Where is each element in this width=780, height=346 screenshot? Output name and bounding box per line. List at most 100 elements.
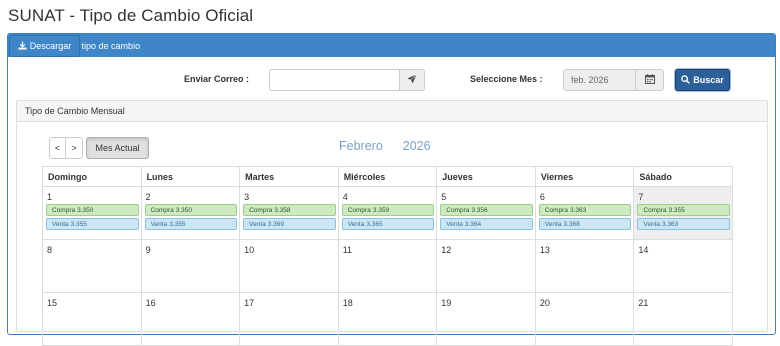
sell-rate-label: Venta bbox=[249, 220, 266, 228]
current-month-button[interactable]: Mes Actual bbox=[86, 137, 149, 159]
buy-rate-value: 3.358 bbox=[274, 206, 291, 214]
calendar-year: 2026 bbox=[402, 139, 431, 153]
send-icon bbox=[407, 71, 417, 89]
day-number: 4 bbox=[342, 192, 348, 202]
buy-rate-event[interactable]: Compra 3.355 bbox=[637, 204, 730, 216]
sell-rate-event[interactable]: Venta 3.365 bbox=[341, 218, 435, 230]
day-number: 6 bbox=[539, 192, 545, 202]
calendar-icon bbox=[644, 71, 655, 89]
next-month-button[interactable]: > bbox=[66, 137, 83, 159]
calendar-day-cell[interactable]: 5 Compra 3.356 Venta 3.364 bbox=[437, 187, 536, 240]
calendar-day-cell[interactable]: 20 bbox=[535, 293, 635, 346]
calendar-day-cell[interactable]: 12 bbox=[437, 240, 536, 293]
weekday-header: Domingo bbox=[43, 166, 142, 187]
calendar-day-cell[interactable]: 9 bbox=[141, 240, 241, 293]
sell-rate-event[interactable]: Venta 3.363 bbox=[637, 218, 730, 230]
calendar-day-cell[interactable]: 1 Compra 3.350 Venta 3.355 bbox=[43, 187, 142, 240]
sell-rate-value: 3.368 bbox=[563, 220, 580, 228]
sell-rate-value: 3.369 bbox=[267, 220, 285, 228]
sell-rate-label: Venta bbox=[446, 220, 463, 228]
send-email-button[interactable] bbox=[399, 69, 425, 91]
calendar-day-cell[interactable]: 4 Compra 3.359 Venta 3.365 bbox=[338, 187, 438, 240]
search-button[interactable]: Buscar bbox=[675, 69, 730, 91]
buy-rate-event[interactable]: Compra 3.356 bbox=[440, 204, 533, 216]
sell-rate-label: Venta bbox=[643, 220, 661, 228]
buy-rate-label: Compra bbox=[150, 206, 174, 214]
calendar-day-cell[interactable]: 10 bbox=[240, 240, 339, 293]
search-button-label: Buscar bbox=[693, 75, 724, 85]
calendar-header-row: Domingo Lunes Martes Miércoles Jueves Vi… bbox=[43, 166, 737, 187]
buy-rate-event[interactable]: Compra 3.363 bbox=[538, 204, 632, 216]
email-label: Enviar Correo : bbox=[184, 74, 250, 84]
buy-rate-label: Compra bbox=[52, 206, 76, 214]
download-button[interactable]: Descargar bbox=[9, 35, 80, 57]
buy-rate-value: 3.350 bbox=[175, 206, 192, 214]
calendar-day-cell[interactable]: 11 bbox=[338, 240, 438, 293]
buy-rate-event[interactable]: Compra 3.358 bbox=[243, 204, 336, 216]
buy-rate-label: Compra bbox=[446, 206, 470, 214]
buy-rate-label: Compra bbox=[544, 206, 568, 214]
calendar-day-cell[interactable]: 17 bbox=[240, 293, 339, 346]
search-icon bbox=[681, 74, 693, 86]
month-field[interactable] bbox=[563, 69, 637, 91]
calendar-day-cell[interactable]: 6 Compra 3.363 Venta 3.368 bbox=[535, 187, 635, 240]
sell-rate-value: 3.355 bbox=[169, 220, 186, 228]
sell-rate-event[interactable]: Venta 3.355 bbox=[144, 218, 238, 230]
buy-rate-event[interactable]: Compra 3.350 bbox=[144, 204, 238, 216]
day-number: 20 bbox=[539, 298, 550, 308]
weekday-header: Lunes bbox=[141, 166, 241, 187]
calendar-week: 15 16 17 18 19 20 21 bbox=[43, 293, 737, 346]
day-number: 3 bbox=[244, 192, 250, 202]
sell-rate-value: 3.364 bbox=[464, 220, 482, 228]
calendar-title: Febrero 2026 bbox=[339, 139, 431, 153]
download-icon bbox=[18, 40, 30, 52]
day-number: 5 bbox=[441, 192, 447, 202]
calendar-weeks: 1 Compra 3.350 Venta 3.355 2 Compra 3.350 Venta 3… bbox=[43, 187, 737, 346]
calendar-day-cell[interactable]: 3 Compra 3.358 Venta 3.369 bbox=[240, 187, 339, 240]
buy-rate-event[interactable]: Compra 3.359 bbox=[341, 204, 435, 216]
weekday-header: Viernes bbox=[535, 166, 635, 187]
buy-rate-value: 3.363 bbox=[569, 206, 587, 214]
sell-rate-event[interactable]: Venta 3.369 bbox=[243, 218, 336, 230]
sell-rate-event[interactable]: Venta 3.368 bbox=[538, 218, 632, 230]
buy-rate-label: Compra bbox=[643, 206, 667, 214]
calendar-day-cell[interactable]: 13 bbox=[535, 240, 635, 293]
day-number: 13 bbox=[539, 245, 550, 255]
day-number: 12 bbox=[441, 245, 452, 255]
day-number: 8 bbox=[47, 245, 53, 255]
sell-rate-event[interactable]: Venta 3.364 bbox=[440, 218, 533, 230]
sell-rate-value: 3.363 bbox=[662, 220, 679, 228]
calendar-day-cell[interactable]: 18 bbox=[338, 293, 438, 346]
day-number: 1 bbox=[47, 192, 53, 202]
day-number: 9 bbox=[145, 245, 151, 255]
buy-rate-event[interactable]: Compra 3.350 bbox=[46, 204, 139, 216]
sell-rate-event[interactable]: Venta 3.355 bbox=[46, 218, 139, 230]
page-title: SUNAT - Tipo de Cambio Oficial bbox=[8, 6, 254, 25]
buy-rate-label: Compra bbox=[347, 206, 371, 214]
month-label: Seleccione Mes : bbox=[470, 74, 543, 84]
calendar-day-cell[interactable]: 14 bbox=[634, 240, 733, 293]
calendar-nav: < > Mes Actual bbox=[49, 137, 149, 159]
buy-rate-value: 3.350 bbox=[77, 206, 94, 214]
calendar-day-cell[interactable]: 8 bbox=[43, 240, 142, 293]
buy-rate-label: Compra bbox=[249, 206, 273, 214]
month-picker-button[interactable] bbox=[635, 69, 664, 91]
calendar-day-cell[interactable]: 19 bbox=[437, 293, 536, 346]
calendar-day-cell[interactable]: 15 bbox=[43, 293, 142, 346]
weekday-header: Miércoles bbox=[338, 166, 438, 187]
day-number: 7 bbox=[638, 192, 644, 202]
calendar-day-cell[interactable]: 2 Compra 3.350 Venta 3.355 bbox=[141, 187, 241, 240]
monthly-rate-heading: Tipo de Cambio Mensual bbox=[17, 101, 767, 122]
calendar-day-cell[interactable]: 21 bbox=[634, 293, 733, 346]
day-number: 15 bbox=[47, 298, 58, 308]
day-number: 18 bbox=[342, 298, 353, 308]
sell-rate-label: Venta bbox=[544, 220, 562, 228]
email-field[interactable] bbox=[269, 69, 401, 91]
weekday-header: Martes bbox=[240, 166, 339, 187]
calendar-day-cell[interactable]: 7 Compra 3.355 Venta 3.363 bbox=[634, 187, 733, 240]
panel-heading: Consulta de tipo de cambio bbox=[8, 34, 775, 57]
prev-month-button[interactable]: < bbox=[49, 137, 66, 159]
day-number: 21 bbox=[638, 298, 649, 308]
download-button-label: Descargar bbox=[29, 41, 72, 51]
calendar-day-cell[interactable]: 16 bbox=[141, 293, 241, 346]
